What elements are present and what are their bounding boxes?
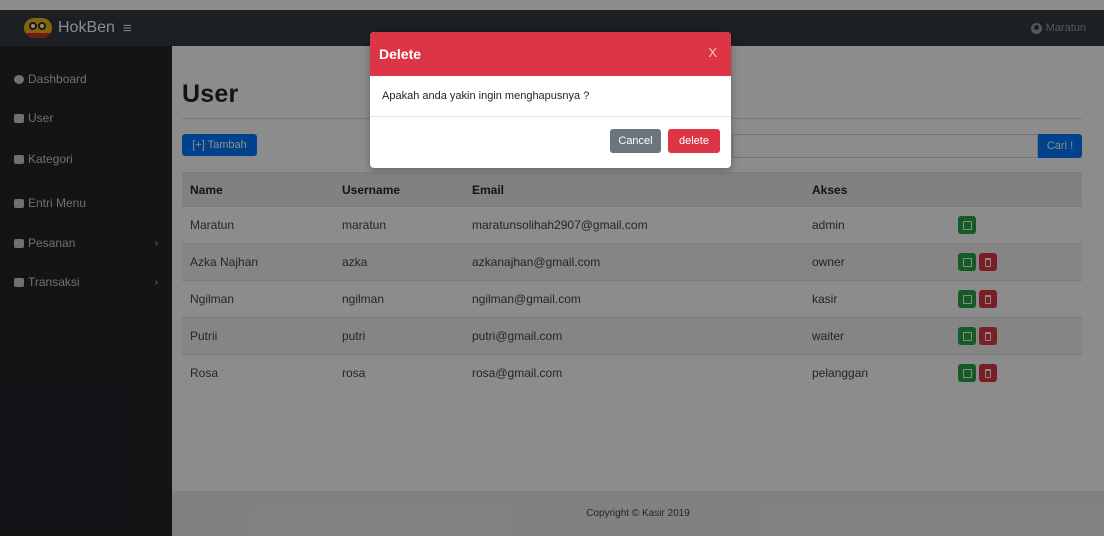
modal-title: Delete [379,46,422,62]
modal-header: Delete X [370,32,731,76]
delete-modal: Delete X Apakah anda yakin ingin menghap… [370,32,731,168]
modal-body: Apakah anda yakin ingin menghapusnya ? [370,76,731,117]
modal-message: Apakah anda yakin ingin menghapusnya ? [382,90,590,102]
cancel-button[interactable]: Cancel [610,129,661,153]
close-icon[interactable]: X [708,45,717,60]
confirm-delete-button[interactable]: delete [668,129,720,153]
